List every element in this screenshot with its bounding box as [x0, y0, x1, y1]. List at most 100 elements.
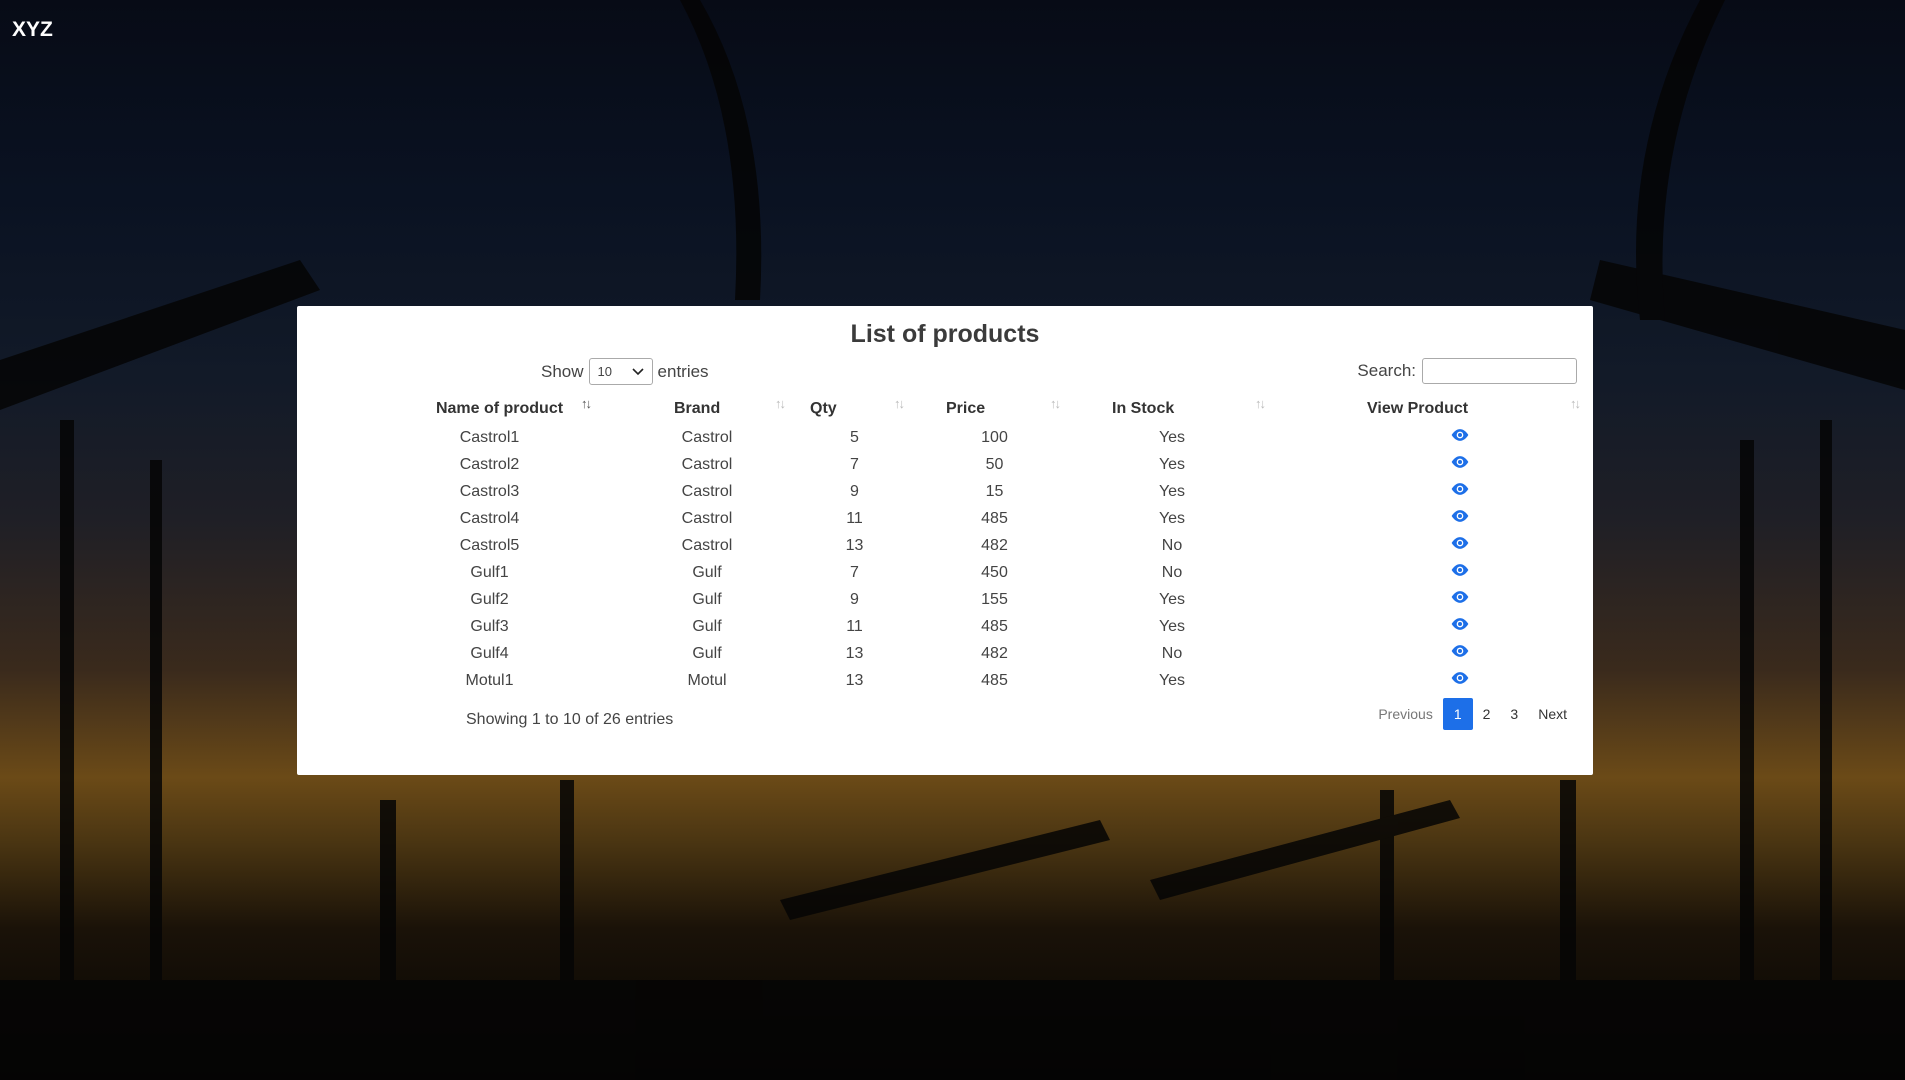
cell-view-product [1272, 559, 1587, 586]
table-row: Gulf4 Gulf 13 482 No [377, 640, 1587, 667]
eye-icon[interactable] [1450, 591, 1470, 608]
entries-length-control: Show 10 entries [541, 358, 709, 385]
eye-icon[interactable] [1450, 510, 1470, 527]
cell-qty: 13 [845, 536, 864, 554]
eye-icon[interactable] [1450, 645, 1470, 662]
cell-brand: Castrol [681, 428, 733, 446]
cell-qty: 5 [850, 428, 859, 446]
cell-qty: 9 [850, 590, 859, 608]
cell-name: Castrol1 [459, 428, 520, 446]
length-suffix-label: entries [657, 361, 709, 381]
cell-brand: Castrol [681, 509, 733, 527]
cell-qty: 7 [850, 455, 859, 473]
sort-arrows-icon: ↑↓ [1570, 396, 1581, 411]
cell-name: Gulf1 [470, 563, 509, 581]
sort-arrows-icon: ↑↓ [1050, 396, 1061, 411]
search-control: Search: [1357, 358, 1577, 384]
cell-in-stock: No [1161, 536, 1183, 554]
table-row: Gulf2 Gulf 9 155 Yes [377, 586, 1587, 613]
pagination-next[interactable]: Next [1528, 699, 1577, 729]
page-title: List of products [850, 320, 1040, 348]
cell-brand: Castrol [681, 536, 733, 554]
cell-qty: 9 [850, 482, 859, 500]
table-row: Gulf3 Gulf 11 485 Yes [377, 613, 1587, 640]
column-header-view-product[interactable]: View Product ↑↓ [1272, 394, 1587, 424]
products-table-body: Castrol1 Castrol 5 100 Yes Castrol2 Castrol 7 50… [377, 424, 1587, 694]
pagination-page-2[interactable]: 2 [1473, 699, 1501, 729]
eye-icon[interactable] [1450, 672, 1470, 689]
brand-logo[interactable]: XYZ [12, 18, 53, 42]
cell-price: 485 [981, 617, 1008, 635]
cell-price: 100 [981, 428, 1008, 446]
cell-view-product [1272, 667, 1587, 694]
cell-price: 155 [981, 590, 1008, 608]
products-panel: List of products Show 10 entries Search:… [297, 306, 1593, 775]
table-row: Motul1 Motul 13 485 Yes [377, 667, 1587, 694]
column-header-in-stock[interactable]: In Stock ↑↓ [1072, 394, 1272, 424]
column-header-name[interactable]: Name of product ↑↓ [377, 394, 622, 424]
entries-per-page-value: 10 [597, 364, 612, 379]
pagination: Previous 1 2 3 Next [1368, 698, 1577, 730]
cell-qty: 11 [846, 509, 863, 527]
eye-icon[interactable] [1450, 537, 1470, 554]
table-row: Castrol2 Castrol 7 50 Yes [377, 451, 1587, 478]
cell-brand: Motul [687, 671, 727, 689]
cell-view-product [1272, 478, 1587, 505]
search-input[interactable] [1422, 358, 1577, 384]
cell-view-product [1272, 613, 1587, 640]
eye-icon[interactable] [1450, 564, 1470, 581]
cell-in-stock: Yes [1158, 671, 1186, 689]
cell-qty: 11 [846, 617, 863, 635]
pagination-previous[interactable]: Previous [1368, 699, 1442, 729]
cell-in-stock: Yes [1158, 617, 1186, 635]
table-row: Castrol3 Castrol 9 15 Yes [377, 478, 1587, 505]
table-info: Showing 1 to 10 of 26 entries [466, 711, 674, 728]
cell-price: 482 [981, 644, 1008, 662]
table-row: Castrol5 Castrol 13 482 No [377, 532, 1587, 559]
cell-price: 15 [985, 482, 1004, 500]
cell-view-product [1272, 451, 1587, 478]
cell-brand: Castrol [681, 455, 733, 473]
cell-price: 485 [981, 509, 1008, 527]
cell-brand: Castrol [681, 482, 733, 500]
sort-arrows-icon: ↑↓ [775, 396, 786, 411]
cell-in-stock: Yes [1158, 482, 1186, 500]
table-row: Gulf1 Gulf 7 450 No [377, 559, 1587, 586]
cell-brand: Gulf [692, 563, 722, 581]
eye-icon[interactable] [1450, 456, 1470, 473]
eye-icon[interactable] [1450, 618, 1470, 635]
sort-arrows-icon: ↑↓ [581, 396, 592, 411]
pagination-page-3[interactable]: 3 [1500, 699, 1528, 729]
sort-arrows-icon: ↑↓ [1255, 396, 1266, 411]
pagination-page-1[interactable]: 1 [1442, 698, 1473, 730]
cell-name: Castrol2 [459, 455, 520, 473]
column-header-qty[interactable]: Qty ↑↓ [792, 394, 917, 424]
eye-icon[interactable] [1450, 483, 1470, 500]
cell-price: 482 [981, 536, 1008, 554]
cell-price: 450 [981, 563, 1008, 581]
chevron-down-icon [631, 365, 644, 379]
column-header-brand[interactable]: Brand ↑↓ [622, 394, 792, 424]
cell-in-stock: Yes [1158, 509, 1186, 527]
table-row: Castrol1 Castrol 5 100 Yes [377, 424, 1587, 451]
cell-qty: 7 [850, 563, 859, 581]
cell-in-stock: Yes [1158, 590, 1186, 608]
cell-view-product [1272, 586, 1587, 613]
cell-name: Gulf4 [470, 644, 509, 662]
table-header-row: Name of product ↑↓ Brand ↑↓ Qty ↑↓ Price… [377, 394, 1587, 424]
cell-brand: Gulf [692, 644, 722, 662]
cell-name: Castrol3 [459, 482, 520, 500]
cell-name: Gulf3 [470, 617, 509, 635]
eye-icon[interactable] [1450, 429, 1470, 446]
cell-qty: 13 [845, 644, 864, 662]
cell-brand: Gulf [692, 617, 722, 635]
cell-view-product [1272, 505, 1587, 532]
cell-view-product [1272, 532, 1587, 559]
cell-in-stock: No [1161, 563, 1183, 581]
cell-qty: 13 [845, 671, 864, 689]
entries-per-page-select[interactable]: 10 [588, 358, 653, 385]
column-header-price[interactable]: Price ↑↓ [917, 394, 1072, 424]
cell-view-product [1272, 424, 1587, 451]
cell-price: 50 [985, 455, 1004, 473]
table-row: Castrol4 Castrol 11 485 Yes [377, 505, 1587, 532]
